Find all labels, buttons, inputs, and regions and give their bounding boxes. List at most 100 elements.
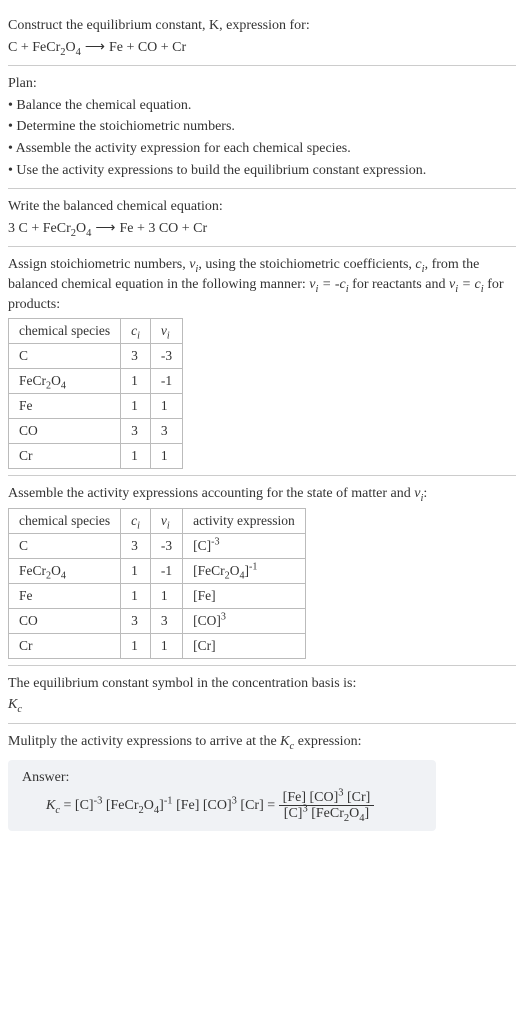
- nu-i: νi: [189, 257, 198, 272]
- col-nui: νi: [150, 508, 182, 533]
- fraction-denominator: [C]3 [FeCr2O4]: [279, 806, 375, 821]
- cell-ci: 3: [121, 344, 151, 369]
- section-plan: Plan: • Balance the chemical equation. •…: [8, 66, 516, 189]
- plan-bullet-2: • Determine the stoichiometric numbers.: [8, 117, 516, 137]
- cell-species: Fe: [9, 583, 121, 608]
- col-ci: ci: [121, 508, 151, 533]
- cell-ci: 1: [121, 583, 151, 608]
- cell-nui: 1: [150, 394, 182, 419]
- cell-species: CO: [9, 608, 121, 633]
- txt: Assign stoichiometric numbers,: [8, 257, 189, 272]
- intro-line1: Construct the equilibrium constant, K, e…: [8, 16, 516, 36]
- table-header-row: chemical species ci νi activity expressi…: [9, 508, 306, 533]
- kc-eq: Kc: [46, 798, 60, 813]
- rel2: νi = ci: [449, 277, 484, 292]
- plan-bullet-3: • Assemble the activity expression for e…: [8, 139, 516, 159]
- cell-nui: 3: [150, 419, 182, 444]
- c-i: ci: [415, 257, 424, 272]
- col-activity: activity expression: [183, 508, 306, 533]
- txt: :: [423, 486, 427, 501]
- answer-box: Answer: Kc = [C]-3 [FeCr2O4]-1 [Fe] [CO]…: [8, 760, 436, 832]
- cell-ci: 3: [121, 419, 151, 444]
- table-row: Cr 1 1: [9, 444, 183, 469]
- table-row: Fe 1 1: [9, 394, 183, 419]
- cell-nui: -1: [150, 558, 182, 583]
- kc: Kc: [280, 734, 294, 749]
- symbol-line1: The equilibrium constant symbol in the c…: [8, 674, 516, 694]
- balanced-line1: Write the balanced chemical equation:: [8, 197, 516, 217]
- table-row: C 3 -3 [C]-3: [9, 533, 306, 558]
- answer-label: Answer:: [22, 770, 422, 786]
- cell-species: C: [9, 344, 121, 369]
- equals: =: [64, 798, 75, 813]
- cell-nui: 1: [150, 633, 182, 658]
- txt: Assemble the activity expressions accoun…: [8, 486, 414, 501]
- cell-nui: 1: [150, 444, 182, 469]
- txt: Mulitply the activity expressions to arr…: [8, 734, 280, 749]
- multiply-text: Mulitply the activity expressions to arr…: [8, 732, 516, 752]
- cell-ci: 1: [121, 369, 151, 394]
- plan-title: Plan:: [8, 74, 516, 94]
- answer-expression: Kc = [C]-3 [FeCr2O4]-1 [Fe] [CO]3 [Cr] =…: [22, 790, 422, 822]
- txt: , using the stoichiometric coefficients,: [198, 257, 415, 272]
- cell-nui: 1: [150, 583, 182, 608]
- cell-ci: 3: [121, 533, 151, 558]
- cell-species: C: [9, 533, 121, 558]
- term1: [C]-3 [FeCr2O4]-1 [Fe] [CO]3 [Cr]: [75, 798, 264, 813]
- assemble-text: Assemble the activity expressions accoun…: [8, 484, 516, 504]
- text: Construct the equilibrium constant, K, e…: [8, 18, 310, 33]
- cell-species: FeCr2O4: [9, 558, 121, 583]
- table-header-row: chemical species ci νi: [9, 319, 183, 344]
- section-balanced: Write the balanced chemical equation: 3 …: [8, 189, 516, 247]
- intro-equation: C + FeCr2O4⟶Fe + CO + Cr: [8, 38, 516, 58]
- table-row: CO 3 3 [CO]3: [9, 608, 306, 633]
- section-intro: Construct the equilibrium constant, K, e…: [8, 8, 516, 66]
- table-row: C 3 -3: [9, 344, 183, 369]
- col-ci: ci: [121, 319, 151, 344]
- table-row: FeCr2O4 1 -1: [9, 369, 183, 394]
- cell-species: Fe: [9, 394, 121, 419]
- cell-nui: -1: [150, 369, 182, 394]
- cell-ci: 1: [121, 394, 151, 419]
- plan-bullet-1: • Balance the chemical equation.: [8, 96, 516, 116]
- assign-text: Assign stoichiometric numbers, νi, using…: [8, 255, 516, 314]
- rel1: νi = -ci: [309, 277, 348, 292]
- cell-activity: [C]-3: [183, 533, 306, 558]
- cell-ci: 1: [121, 633, 151, 658]
- stoich-table: chemical species ci νi C 3 -3 FeCr2O4 1 …: [8, 318, 183, 469]
- table-row: CO 3 3: [9, 419, 183, 444]
- cell-activity: [CO]3: [183, 608, 306, 633]
- cell-species: CO: [9, 419, 121, 444]
- activity-table: chemical species ci νi activity expressi…: [8, 508, 306, 659]
- cell-nui: 3: [150, 608, 182, 633]
- cell-ci: 1: [121, 444, 151, 469]
- table-row: FeCr2O4 1 -1 [FeCr2O4]-1: [9, 558, 306, 583]
- cell-species: FeCr2O4: [9, 369, 121, 394]
- txt: expression:: [294, 734, 361, 749]
- kc-symbol: Kc: [8, 695, 516, 715]
- plan-bullet-4: • Use the activity expressions to build …: [8, 161, 516, 181]
- section-assemble: Assemble the activity expressions accoun…: [8, 476, 516, 666]
- cell-activity: [FeCr2O4]-1: [183, 558, 306, 583]
- section-symbol: The equilibrium constant symbol in the c…: [8, 666, 516, 724]
- table-row: Fe 1 1 [Fe]: [9, 583, 306, 608]
- section-assign: Assign stoichiometric numbers, νi, using…: [8, 247, 516, 476]
- txt: for reactants and: [349, 277, 449, 292]
- section-multiply: Mulitply the activity expressions to arr…: [8, 724, 516, 837]
- cell-species: Cr: [9, 633, 121, 658]
- cell-activity: [Cr]: [183, 633, 306, 658]
- col-species: chemical species: [9, 508, 121, 533]
- fraction: [Fe] [CO]3 [Cr] [C]3 [FeCr2O4]: [279, 790, 375, 822]
- cell-nui: -3: [150, 344, 182, 369]
- balanced-equation: 3 C + FeCr2O4⟶Fe + 3 CO + Cr: [8, 219, 516, 239]
- col-nui: νi: [150, 319, 182, 344]
- col-species: chemical species: [9, 319, 121, 344]
- fraction-numerator: [Fe] [CO]3 [Cr]: [279, 790, 375, 806]
- cell-ci: 3: [121, 608, 151, 633]
- cell-ci: 1: [121, 558, 151, 583]
- cell-nui: -3: [150, 533, 182, 558]
- table-row: Cr 1 1 [Cr]: [9, 633, 306, 658]
- cell-species: Cr: [9, 444, 121, 469]
- cell-activity: [Fe]: [183, 583, 306, 608]
- equals2: =: [267, 798, 278, 813]
